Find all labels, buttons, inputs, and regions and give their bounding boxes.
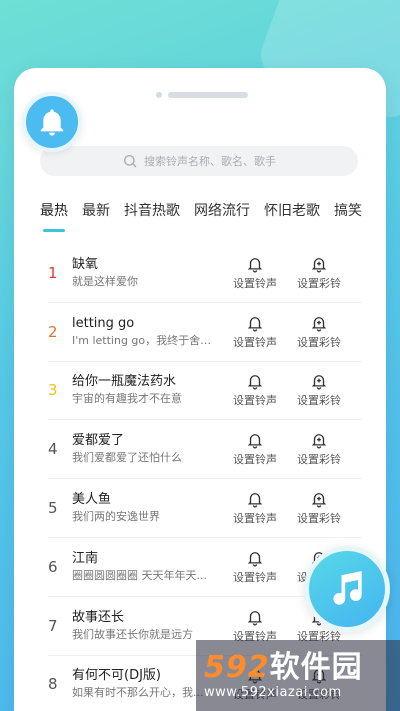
bell-outline-icon	[247, 316, 263, 332]
rank-number: 5	[48, 499, 58, 518]
bell-icon	[40, 109, 64, 136]
tab-hottest[interactable]: 最热	[40, 200, 68, 232]
tab-nostalgic[interactable]: 怀旧老歌	[264, 200, 320, 232]
music-note-icon	[333, 571, 362, 605]
tab-funny[interactable]: 搞笑	[334, 200, 362, 232]
set-crbt-button[interactable]: 设置彩铃	[290, 314, 348, 350]
song-info: 爱都爱了 我们爱都爱了还怕什么	[72, 432, 220, 466]
bell-plus-icon	[311, 375, 327, 390]
song-title: 爱都爱了	[72, 433, 125, 449]
rank-number: 2	[48, 322, 58, 341]
set-crbt-button[interactable]: 设置彩铃	[290, 431, 348, 467]
bell-outline-icon	[247, 257, 263, 273]
set-ringtone-button[interactable]: 设置铃声	[226, 490, 284, 526]
bell-plus-icon	[311, 257, 327, 273]
rank-number: 1	[48, 263, 58, 282]
set-crbt-button[interactable]: 设置彩铃	[290, 372, 348, 408]
bell-outline-icon	[247, 493, 263, 508]
search-icon	[124, 155, 137, 168]
set-ringtone-label: 设置铃声	[233, 453, 277, 467]
set-ringtone-button[interactable]: 设置铃声	[226, 255, 284, 291]
song-subtitle: 圈圈圆圆圈圈 天天年年天...	[72, 568, 207, 582]
bell-outline-icon	[247, 610, 263, 626]
song-info: 故事还长 我们故事还长你就是远方	[72, 609, 220, 643]
bell-plus-icon	[311, 493, 327, 508]
song-title: letting go	[72, 315, 135, 331]
set-ringtone-label: 设置铃声	[233, 335, 277, 349]
set-ringtone-label: 设置铃声	[233, 276, 277, 290]
search-placeholder: 搜索铃声名称、歌名、歌手	[144, 155, 276, 168]
set-ringtone-label: 设置铃声	[233, 570, 277, 584]
song-title: 给你一瓶魔法药水	[72, 374, 177, 390]
list-item[interactable]: 5 美人鱼 我们两的安逸世界 设置铃声 设置彩铃	[48, 479, 362, 538]
watermark-logo-number: 592	[204, 650, 270, 685]
speaker-slot	[168, 92, 248, 98]
music-note-badge	[304, 546, 390, 632]
site-watermark: 592软件园 www.592xiazai.com	[196, 640, 400, 711]
song-info: 给你一瓶魔法药水 宇宙的有趣我才不在意	[72, 373, 220, 407]
bell-outline-icon	[247, 551, 263, 567]
list-item[interactable]: 1 缺氧 就是这样爱你 设置铃声 设置彩铃	[48, 244, 362, 303]
rank-number: 6	[48, 557, 58, 576]
rank-number: 3	[48, 381, 58, 400]
list-item[interactable]: 2 letting go I'm letting go，我终于舍得... 设置铃…	[48, 303, 362, 362]
song-title: 美人鱼	[72, 492, 112, 508]
set-ringtone-button[interactable]: 设置铃声	[226, 314, 284, 350]
song-title: 故事还长	[72, 609, 125, 625]
watermark-logo-text: 软件园	[269, 650, 363, 685]
song-subtitle: 宇宙的有趣我才不在意	[72, 392, 182, 406]
song-subtitle: 我们两的安逸世界	[72, 510, 160, 524]
set-crbt-label: 设置彩铃	[297, 453, 341, 467]
set-ringtone-button[interactable]: 设置铃声	[226, 549, 284, 585]
song-subtitle: 我们爱都爱了还怕什么	[72, 451, 182, 465]
set-crbt-button[interactable]: 设置彩铃	[290, 490, 348, 526]
set-ringtone-button[interactable]: 设置铃声	[226, 608, 284, 644]
bell-plus-icon	[311, 316, 327, 332]
set-ringtone-label: 设置铃声	[233, 394, 277, 408]
rank-number: 4	[48, 440, 58, 459]
rank-number: 8	[48, 675, 58, 694]
set-crbt-label: 设置彩铃	[297, 335, 341, 349]
set-ringtone-button[interactable]: 设置铃声	[226, 431, 284, 467]
tab-newest[interactable]: 最新	[82, 200, 110, 232]
bell-outline-icon	[247, 434, 263, 449]
list-item[interactable]: 4 爱都爱了 我们爱都爱了还怕什么 设置铃声 设置彩铃	[48, 420, 362, 480]
set-ringtone-label: 设置铃声	[233, 512, 277, 526]
set-ringtone-button[interactable]: 设置铃声	[226, 372, 284, 408]
song-subtitle: I'm letting go，我终于舍得...	[72, 333, 220, 347]
song-info: 美人鱼 我们两的安逸世界	[72, 491, 220, 525]
bell-plus-icon	[311, 434, 327, 449]
set-crbt-label: 设置彩铃	[297, 512, 341, 526]
song-info: 缺氧 就是这样爱你	[72, 256, 220, 290]
watermark-logo: 592软件园	[204, 651, 400, 685]
song-title: 江南	[72, 550, 99, 566]
set-crbt-button[interactable]: 设置彩铃	[290, 255, 348, 291]
watermark-url: www.592xiazai.com	[204, 685, 342, 700]
set-crbt-label: 设置彩铃	[297, 276, 341, 290]
bell-outline-icon	[247, 375, 263, 390]
tab-douyin-hits[interactable]: 抖音热歌	[124, 200, 180, 232]
list-item[interactable]: 3 给你一瓶魔法药水 宇宙的有趣我才不在意 设置铃声 设置彩铃	[48, 362, 362, 421]
rank-number: 7	[48, 616, 58, 635]
camera-dot	[156, 92, 162, 98]
song-title: 缺氧	[72, 256, 99, 272]
category-tabs: 最热 最新 抖音热歌 网络流行 怀旧老歌 搞笑	[40, 200, 372, 232]
song-subtitle: 就是这样爱你	[72, 274, 138, 288]
song-info: 江南 圈圈圆圆圈圈 天天年年天...	[72, 550, 220, 584]
search-input[interactable]: 搜索铃声名称、歌名、歌手	[40, 146, 358, 176]
song-info: letting go I'm letting go，我终于舍得...	[72, 315, 220, 349]
tab-internet-popular[interactable]: 网络流行	[194, 200, 250, 232]
app-logo-bell	[22, 92, 82, 152]
set-crbt-label: 设置彩铃	[297, 394, 341, 408]
